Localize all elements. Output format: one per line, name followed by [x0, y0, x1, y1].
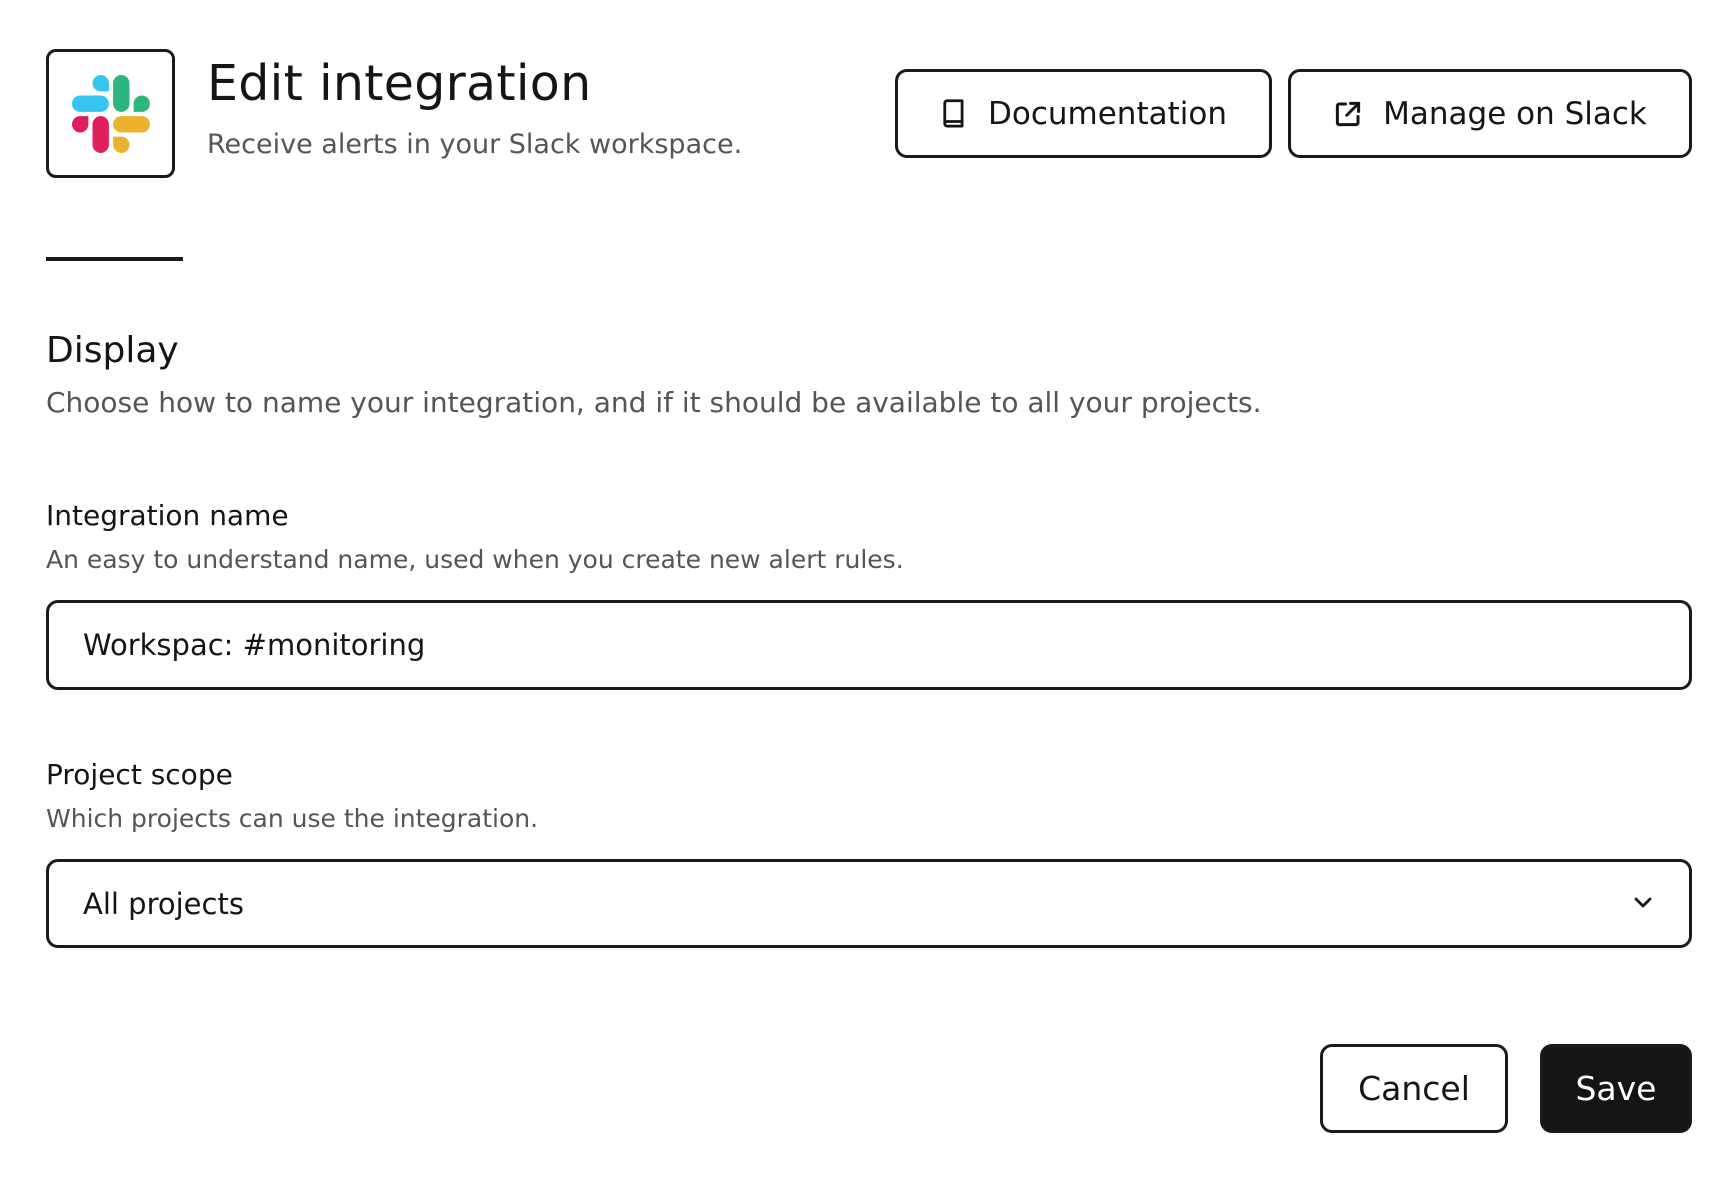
- page-subtitle: Receive alerts in your Slack workspace.: [207, 129, 743, 160]
- slack-logo-icon: [71, 74, 150, 153]
- integration-name-help: An easy to understand name, used when yo…: [46, 545, 904, 574]
- manage-on-slack-button[interactable]: Manage on Slack: [1288, 69, 1692, 158]
- documentation-button[interactable]: Documentation: [895, 69, 1272, 158]
- slack-logo: [46, 49, 175, 178]
- section-title: Display: [46, 330, 179, 371]
- chevron-down-icon: [1631, 887, 1655, 921]
- tab-indicator: [46, 257, 183, 261]
- integration-name-label: Integration name: [46, 499, 289, 532]
- page-title: Edit integration: [207, 55, 592, 112]
- project-scope-help: Which projects can use the integration.: [46, 804, 539, 833]
- cancel-button[interactable]: Cancel: [1320, 1044, 1508, 1133]
- save-button[interactable]: Save: [1540, 1044, 1692, 1133]
- project-scope-select[interactable]: All projects: [46, 859, 1692, 948]
- project-scope-selected-value: All projects: [83, 886, 244, 921]
- edit-integration-page: Edit integration Receive alerts in your …: [0, 0, 1734, 1178]
- manage-on-slack-button-label: Manage on Slack: [1383, 95, 1647, 132]
- documentation-button-label: Documentation: [988, 95, 1227, 132]
- project-scope-label: Project scope: [46, 758, 233, 791]
- book-icon: [940, 98, 968, 129]
- section-description: Choose how to name your integration, and…: [46, 386, 1262, 419]
- integration-name-input[interactable]: [46, 600, 1692, 690]
- external-link-icon: [1333, 99, 1363, 129]
